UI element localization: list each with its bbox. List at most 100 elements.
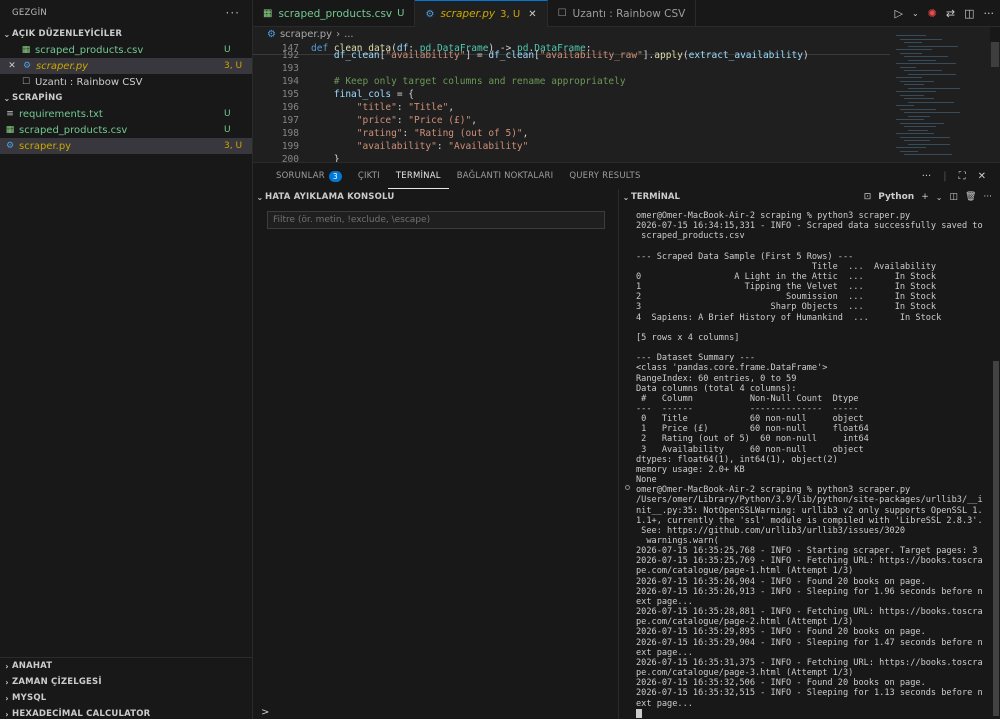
bottom-panel: SORUNLAR 3 ÇIKTI TERMİNAL BAĞLANTI NOKTA… — [253, 162, 1000, 719]
split-editor-icon[interactable]: ◫ — [964, 7, 974, 20]
code-line[interactable]: 194 # Keep only target columns and renam… — [253, 75, 1000, 88]
minimap-line — [900, 38, 942, 40]
maximize-icon[interactable]: ⛶ — [959, 171, 966, 182]
terminal-line: See: https://github.com/urllib3/urllib3/… — [636, 525, 906, 536]
open-editor-item[interactable]: ▦ scraped_products.csv U — [0, 42, 252, 58]
minimap-line — [904, 42, 922, 43]
terminal-shell-icon: ⊡ — [863, 192, 872, 202]
terminal-line: 3 Sharp Objects ... In Stock — [636, 302, 937, 313]
minimap-line — [900, 94, 924, 96]
tab-scraped-products-csv[interactable]: ▦ scraped_products.csv U — [253, 0, 416, 27]
tab-rainbow-csv[interactable]: ☐ Uzantı : Rainbow CSV — [548, 0, 697, 27]
file-item[interactable]: ▦ scraped_products.csv U — [0, 122, 252, 138]
breadcrumb-file[interactable]: scraper.py — [280, 29, 332, 40]
open-editor-item[interactable]: ✕ ⚙ scraper.py 3, U — [0, 58, 252, 74]
close-tab-icon[interactable]: ✕ — [528, 9, 536, 20]
scrollbar-thumb[interactable] — [993, 361, 999, 716]
python-file-icon: ⚙ — [5, 141, 15, 151]
code-line[interactable]: 198 "rating": "Rating (out of 5)", — [253, 127, 1000, 140]
run-icon[interactable]: ▷ — [894, 7, 902, 20]
more-actions-icon[interactable]: ··· — [984, 7, 995, 20]
debug-console-header[interactable]: ⌄ HATA AYIKLAMA KONSOLU — [253, 189, 618, 205]
section-label: ANAHAT — [12, 661, 53, 671]
minimap-line — [904, 126, 936, 127]
minimap-line — [896, 77, 922, 78]
terminal-line: pe.com/catalogue/page-1.html (Attempt 1/… — [636, 566, 854, 577]
more-actions-icon[interactable]: ··· — [983, 192, 992, 202]
outline-section[interactable]: › ANAHAT — [0, 658, 253, 674]
tab-query-results[interactable]: QUERY RESULTS — [561, 163, 648, 189]
minimap-line — [896, 63, 956, 64]
terminal-line: scraped_products.csv — [636, 231, 745, 242]
tab-output[interactable]: ÇIKTI — [350, 163, 388, 189]
debug-filter-input[interactable]: Filtre (ör. metin, !exclude, \escape) — [267, 211, 605, 229]
minimap-line — [908, 101, 954, 103]
minimap-line — [900, 52, 922, 54]
tab-label: QUERY RESULTS — [569, 171, 641, 181]
editor-scrollbar[interactable] — [990, 42, 1000, 162]
code-editor[interactable]: 147 def clean_data(df: pd.DataFrame) -> … — [253, 42, 1000, 162]
terminal-line: --- Dataset Summary --- — [636, 353, 755, 364]
tab-scraper-py[interactable]: ⚙ scraper.py 3, U ✕ — [415, 0, 548, 27]
tab-label: scraper.py — [440, 8, 496, 20]
mysql-section[interactable]: › MYSQL — [0, 690, 253, 706]
git-status-badge: U — [224, 45, 231, 55]
minimap-line — [904, 70, 942, 71]
tab-terminal[interactable]: TERMİNAL — [387, 163, 449, 189]
compare-icon[interactable]: ⇄ — [946, 7, 955, 20]
open-editor-item[interactable]: ☐ Uzantı : Rainbow CSV — [0, 74, 252, 90]
more-actions-icon[interactable]: ··· — [922, 171, 932, 182]
code-line[interactable]: 197 "price": "Price (£)", — [253, 114, 1000, 127]
tab-ports[interactable]: BAĞLANTI NOKTALARI — [449, 163, 562, 189]
chevron-down-icon[interactable]: ⌄ — [912, 9, 919, 18]
terminal-shell-label[interactable]: Python — [878, 192, 914, 202]
tab-problems[interactable]: SORUNLAR 3 — [268, 163, 350, 189]
code-line[interactable]: 192 df_clean["availability"] = df_clean[… — [253, 49, 1000, 62]
line-number: 194 — [281, 76, 299, 87]
command-decoration-icon[interactable] — [625, 485, 630, 490]
code-line[interactable]: 196 "title": "Title", — [253, 101, 1000, 114]
trash-icon[interactable]: 🗑 — [965, 192, 976, 202]
explorer-sidebar: GEZGİN ··· ⌄ AÇIK DÜZENLEYİCİLER ▦ scrap… — [0, 0, 253, 719]
code-line[interactable]: 200 } — [253, 153, 1000, 162]
chevron-down-icon[interactable]: ⌄ — [936, 193, 943, 202]
timeline-section[interactable]: › ZAMAN ÇİZELGESİ — [0, 674, 253, 690]
line-number: 192 — [281, 50, 299, 61]
terminal-line: 1.1+, currently the 'ssl' module is comp… — [636, 515, 983, 526]
minimap-line — [908, 59, 936, 61]
close-panel-icon[interactable]: ✕ — [978, 171, 986, 182]
line-number: 193 — [281, 63, 299, 74]
close-icon[interactable]: ✕ — [6, 61, 18, 71]
chevron-right-icon: › — [5, 677, 9, 687]
file-item[interactable]: ⚙ scraper.py 3, U — [0, 138, 252, 154]
minimap-line — [904, 56, 948, 57]
minimap-line — [896, 105, 914, 106]
editor-actions: ▷ ⌄ ✺ ⇄ ◫ ··· — [894, 0, 994, 27]
terminal-scrollbar[interactable] — [992, 211, 1000, 719]
hex-calculator-section[interactable]: › HEXADECİMAL CALCULATOR — [0, 706, 253, 719]
terminal-line: 2026-07-15 16:34:15,331 - INFO - Scraped… — [636, 221, 983, 232]
open-editors-header[interactable]: ⌄ AÇIK DÜZENLEYİCİLER — [0, 26, 252, 42]
debug-prompt-icon[interactable]: > — [261, 707, 269, 718]
code-line[interactable]: 199 "availability": "Availability" — [253, 140, 1000, 153]
terminal-title: TERMİNAL — [631, 192, 680, 202]
code-line[interactable]: 195 final_cols = { — [253, 88, 1000, 101]
terminal-line: nit__.py:35: NotOpenSSLWarning: urllib3 … — [636, 505, 983, 516]
more-actions-icon[interactable]: ··· — [226, 6, 240, 20]
new-terminal-icon[interactable]: + — [921, 192, 929, 202]
open-editors-label: AÇIK DÜZENLEYİCİLER — [12, 29, 123, 39]
debug-icon[interactable]: ✺ — [928, 7, 937, 20]
breadcrumb-rest[interactable]: ... — [344, 29, 354, 40]
code-line[interactable]: 193 — [253, 62, 1000, 75]
minimap[interactable] — [890, 27, 990, 162]
terminal-line: warnings.warn( — [636, 536, 719, 546]
split-terminal-icon[interactable]: ◫ — [949, 192, 958, 202]
terminal-line: /Users/omer/Library/Python/3.9/lib/pytho… — [636, 495, 983, 506]
scrollbar-thumb[interactable] — [991, 42, 999, 67]
folder-header[interactable]: ⌄ SCRAPİNG — [0, 90, 252, 106]
terminal-output[interactable]: omer@Omer-MacBook-Air-2 scraping % pytho… — [636, 211, 988, 718]
file-item[interactable]: ≡ requirements.txt U — [0, 106, 252, 122]
separator: | — [943, 170, 947, 182]
